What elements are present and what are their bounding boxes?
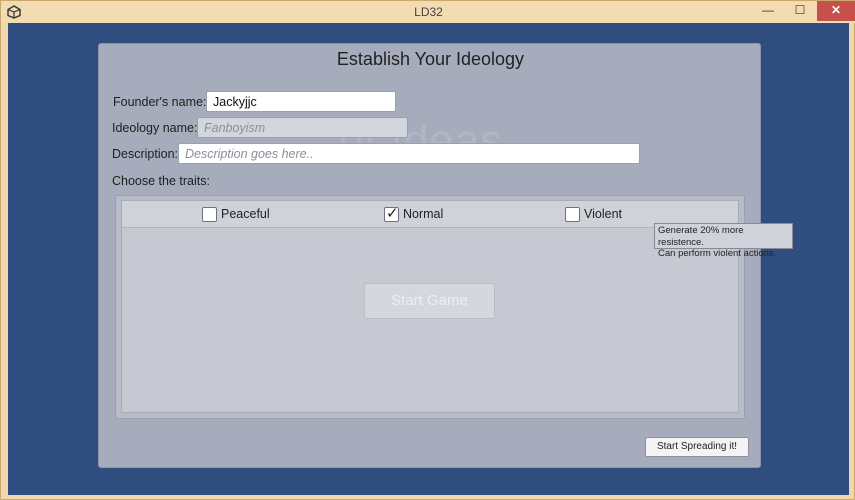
traits-panel: Peaceful ✓ Normal Violent Start Game (115, 195, 745, 419)
founder-name-input[interactable] (206, 91, 396, 112)
app-window: LD32 — ☐ ✕ Establish Your Ideology ...of… (0, 0, 855, 500)
peaceful-checkbox[interactable] (202, 206, 217, 222)
trait-label: Violent (584, 207, 622, 221)
ideology-name-input[interactable] (197, 117, 408, 138)
tooltip-line-2: Can perform violent actions. (658, 248, 777, 259)
trait-tooltip: Generate 20% more resistence. Can perfor… (654, 223, 793, 259)
minimize-button[interactable]: — (753, 1, 783, 21)
tooltip-line-1: Generate 20% more resistence. (658, 225, 744, 248)
trait-label: Normal (403, 207, 444, 221)
founder-name-label: Founder's name: (113, 95, 207, 109)
violent-checkbox[interactable] (565, 206, 580, 222)
description-input[interactable] (178, 143, 640, 164)
normal-checkbox[interactable]: ✓ (384, 204, 399, 222)
close-button[interactable]: ✕ (817, 1, 855, 21)
maximize-button[interactable]: ☐ (786, 1, 814, 21)
trait-violent[interactable]: Violent (565, 206, 622, 222)
checkmark-icon: ✓ (386, 204, 399, 222)
start-game-button[interactable]: Start Game (364, 283, 495, 319)
description-label: Description: (112, 147, 178, 161)
dialog-title: Establish Your Ideology (336, 49, 525, 69)
traits-content: Peaceful ✓ Normal Violent Start Game (121, 200, 739, 413)
trait-peaceful[interactable]: Peaceful (202, 206, 270, 222)
traits-label: Choose the traits: (112, 174, 210, 188)
ideology-name-label: Ideology name: (112, 121, 198, 135)
title-bar[interactable]: LD32 — ☐ ✕ (1, 1, 855, 23)
window-title: LD32 (414, 5, 443, 19)
traits-row: Peaceful ✓ Normal Violent (122, 201, 738, 228)
start-spreading-button[interactable]: Start Spreading it! (645, 437, 749, 457)
trait-normal[interactable]: ✓ Normal (384, 204, 444, 222)
trait-label: Peaceful (221, 207, 270, 221)
